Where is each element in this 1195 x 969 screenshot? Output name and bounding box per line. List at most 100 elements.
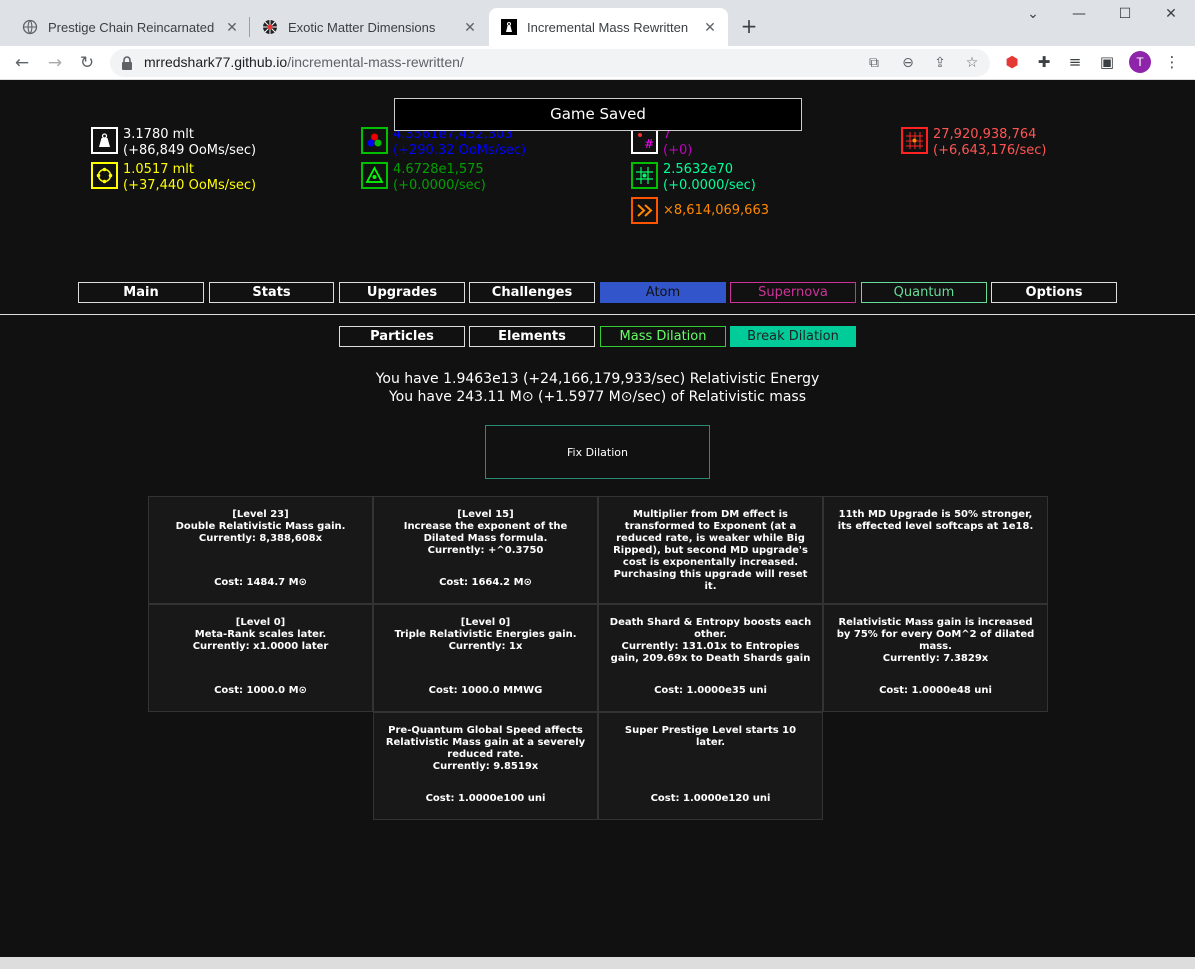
upgrade-description: Multiplier from DM effect is transformed… xyxy=(613,509,808,592)
tab-label: Exotic Matter Dimensions xyxy=(288,19,436,35)
md-upgrade-death-shard-entropy[interactable]: Death Shard & Entropy boosts each other.… xyxy=(598,604,823,712)
tab-atom[interactable]: Atom xyxy=(600,282,726,303)
forward-icon[interactable]: → xyxy=(44,52,66,74)
tab-divider-line xyxy=(0,314,1195,315)
media-control-icon[interactable]: ≡ xyxy=(1064,51,1086,73)
subtab-mass-dilation[interactable]: Mass Dilation xyxy=(600,326,726,347)
md-upgrade-dm-exponent[interactable]: Multiplier from DM effect is transformed… xyxy=(598,496,823,604)
maximize-icon[interactable]: ☐ xyxy=(1113,6,1137,26)
rage-value: 1.0517 mlt xyxy=(123,162,194,177)
share-icon[interactable]: ⇪ xyxy=(930,53,950,73)
fix-dilation-button[interactable]: Fix Dilation xyxy=(485,425,710,479)
supernova-resource: 27,920,938,764 (+6,643,176/sec) xyxy=(901,127,1047,159)
url-path: /incremental-mass-rewritten/ xyxy=(287,54,464,70)
upgrade-description: 11th MD Upgrade is 50% stronger, its eff… xyxy=(837,509,1034,532)
tab-main[interactable]: Main xyxy=(78,282,204,303)
close-tab-icon[interactable]: ✕ xyxy=(460,19,480,36)
upgrade-description: Relativistic Mass gain is increased by 7… xyxy=(836,617,1035,664)
new-tab-icon[interactable]: + xyxy=(738,14,760,38)
tab-quantum[interactable]: Quantum xyxy=(861,282,987,303)
quark-rate: (+0) xyxy=(663,143,693,158)
tab-label: Incremental Mass Rewritten xyxy=(527,19,689,35)
mass-weight-icon xyxy=(91,127,118,154)
upgrade-cost: Cost: 1.0000e48 uni xyxy=(879,685,992,696)
address-bar[interactable]: mrredshark77.github.io/incremental-mass-… xyxy=(110,49,990,77)
svg-text:#: # xyxy=(644,137,654,150)
adblock-extension-icon[interactable]: ⬢ xyxy=(1001,51,1023,73)
tab-options[interactable]: Options xyxy=(991,282,1117,303)
browser-status-strip xyxy=(0,957,1195,969)
md-upgrade-triple-energy[interactable]: [Level 0] Triple Relativistic Energies g… xyxy=(373,604,598,712)
rage-resource: 1.0517 mlt (+37,440 OoMs/sec) xyxy=(91,162,256,194)
md-upgrade-double-mass[interactable]: [Level 23] Double Relativistic Mass gain… xyxy=(148,496,373,604)
profile-avatar[interactable]: T xyxy=(1129,51,1151,73)
tab-search-icon[interactable]: ⌄ xyxy=(1021,6,1045,26)
back-icon[interactable]: ← xyxy=(11,52,33,74)
mass-favicon-icon xyxy=(501,19,517,35)
fast-forward-icon xyxy=(631,197,658,224)
speed-multiplier: ×8,614,069,663 xyxy=(631,197,769,224)
upgrade-cost: Cost: 1484.7 M⊙ xyxy=(214,577,307,588)
upgrade-description: Death Shard & Entropy boosts each other.… xyxy=(609,617,812,664)
upgrade-cost: Cost: 1000.0 MMWG xyxy=(428,685,543,696)
md-upgrade-eleventh-boost[interactable]: 11th MD Upgrade is 50% stronger, its eff… xyxy=(823,496,1048,604)
subtab-elements[interactable]: Elements xyxy=(469,326,595,347)
atom-triangle-icon xyxy=(361,162,388,189)
tab-supernova[interactable]: Supernova xyxy=(730,282,856,303)
md-upgrade-exponent[interactable]: [Level 15] Increase the exponent of the … xyxy=(373,496,598,604)
browser-toolbar: ← → ↻ mrredshark77.github.io/incremental… xyxy=(0,46,1195,80)
side-panel-icon[interactable]: ▣ xyxy=(1096,51,1118,73)
upgrade-description: [Level 23] Double Relativistic Mass gain… xyxy=(175,509,346,544)
subtab-break-dilation[interactable]: Break Dilation xyxy=(730,326,856,347)
tab-challenges[interactable]: Challenges xyxy=(469,282,595,303)
translate-icon[interactable]: ⧉ xyxy=(864,53,884,73)
prestige-value: 2.5632e70 xyxy=(663,162,734,177)
atom-resource: 4.6728e1,575 (+0.0000/sec) xyxy=(361,162,486,194)
browser-menu-icon[interactable]: ⋮ xyxy=(1161,51,1183,73)
prestige-resource: 2.5632e70 (+0.0000/sec) xyxy=(631,162,756,194)
upgrade-description: [Level 15] Increase the exponent of the … xyxy=(403,509,568,556)
rage-power-icon xyxy=(91,162,118,189)
dark-matter-resource: 4.3561e7,432,303 (+290.32 OoMs/sec) xyxy=(361,127,526,159)
close-tab-icon[interactable]: ✕ xyxy=(222,19,242,36)
mass-resource: 3.1780 mlt (+86,849 OoMs/sec) xyxy=(91,127,256,159)
upgrade-cost: Cost: 1.0000e100 uni xyxy=(425,793,546,804)
browser-tab-prestige-chain[interactable]: Prestige Chain Reincarnated ✕ xyxy=(10,8,250,46)
minimize-icon[interactable]: — xyxy=(1067,6,1091,26)
md-upgrade-super-prestige[interactable]: Super Prestige Level starts 10 later. Cos… xyxy=(598,712,823,820)
zoom-icon[interactable]: ⊖ xyxy=(898,53,918,73)
upgrade-cost: Cost: 1000.0 M⊙ xyxy=(214,685,307,696)
globe-icon xyxy=(22,19,38,35)
upgrade-cost: Cost: 1664.2 M⊙ xyxy=(439,577,532,588)
relativistic-energy-text: You have 1.9463e13 (+24,166,179,933/sec)… xyxy=(375,371,820,387)
upgrade-cost: Cost: 1.0000e120 uni xyxy=(650,793,771,804)
relativistic-mass-text: You have 243.11 M⊙ (+1.5977 M⊙/sec) of R… xyxy=(388,389,807,405)
atom-value: 4.6728e1,575 xyxy=(393,162,484,177)
md-upgrade-meta-rank[interactable]: [Level 0] Meta-Rank scales later. Curren… xyxy=(148,604,373,712)
browser-tab-exotic-matter[interactable]: Exotic Matter Dimensions ✕ xyxy=(250,8,488,46)
upgrade-description: Pre-Quantum Global Speed affects Relativ… xyxy=(385,725,586,772)
prestige-rate: (+0.0000/sec) xyxy=(663,178,756,193)
atom-rate: (+0.0000/sec) xyxy=(393,178,486,193)
tab-upgrades[interactable]: Upgrades xyxy=(339,282,465,303)
save-notification: Game Saved xyxy=(394,98,802,131)
lock-icon[interactable] xyxy=(120,55,134,71)
bookmark-star-icon[interactable]: ☆ xyxy=(962,53,982,73)
url-host: mrredshark77.github.io xyxy=(144,54,288,70)
mass-value: 3.1780 mlt xyxy=(123,127,194,142)
reload-icon[interactable]: ↻ xyxy=(76,52,98,74)
extensions-puzzle-icon[interactable]: ✚ xyxy=(1033,51,1055,73)
md-upgrade-oom-boost[interactable]: Relativistic Mass gain is increased by 7… xyxy=(823,604,1048,712)
mass-rate: (+86,849 OoMs/sec) xyxy=(123,143,257,158)
browser-tab-incremental-mass[interactable]: Incremental Mass Rewritten ✕ xyxy=(489,8,728,46)
close-tab-icon[interactable]: ✕ xyxy=(700,19,720,36)
subtab-particles[interactable]: Particles xyxy=(339,326,465,347)
md-upgrade-global-speed[interactable]: Pre-Quantum Global Speed affects Relativ… xyxy=(373,712,598,820)
close-window-icon[interactable]: ✕ xyxy=(1159,6,1183,26)
supernova-rate: (+6,643,176/sec) xyxy=(933,143,1047,158)
tab-stats[interactable]: Stats xyxy=(209,282,334,303)
rage-rate: (+37,440 OoMs/sec) xyxy=(123,178,257,193)
speed-value: ×8,614,069,663 xyxy=(663,203,769,218)
upgrade-cost: Cost: 1.0000e35 uni xyxy=(654,685,767,696)
upgrade-description: Super Prestige Level starts 10 later. xyxy=(624,725,797,748)
